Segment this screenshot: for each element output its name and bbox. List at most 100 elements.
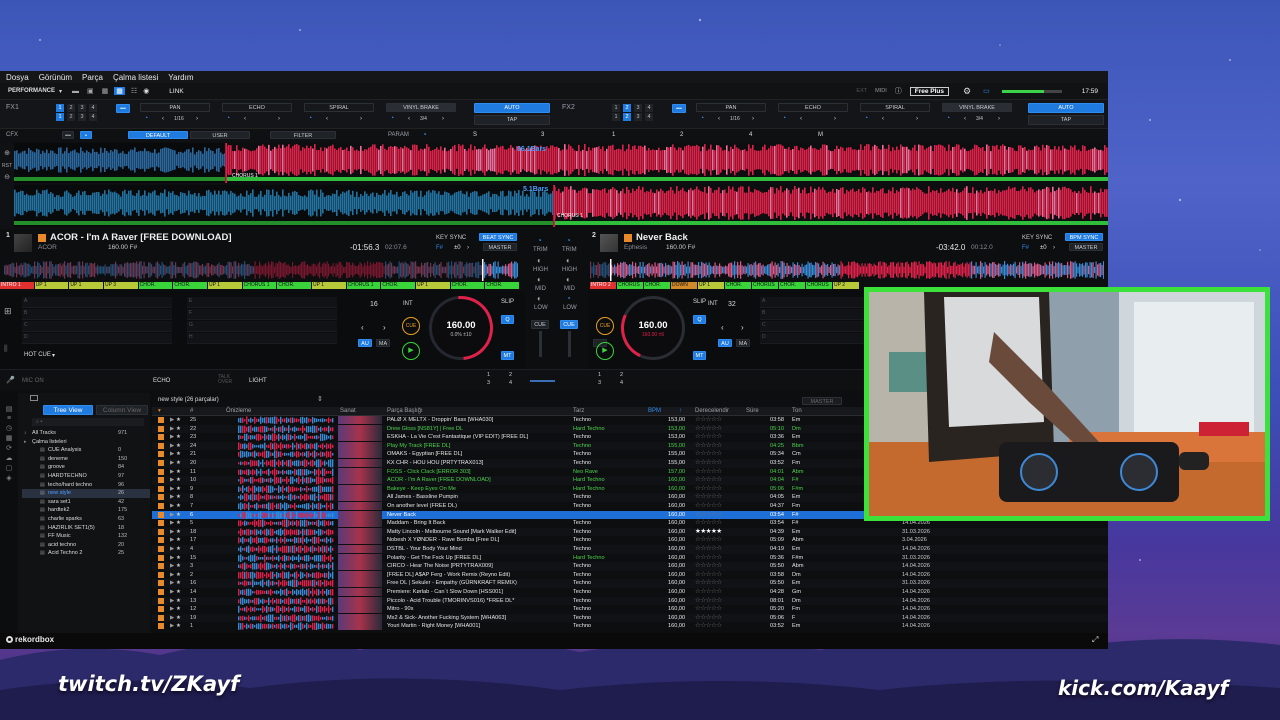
crossfader-assign-2[interactable]: 1234 — [598, 372, 640, 386]
deck1-key-sync-label[interactable]: KEY SYNC — [436, 235, 466, 241]
preview-waveform[interactable] — [238, 433, 334, 442]
fx2-channel-1[interactable]: 1 — [612, 104, 620, 112]
play-preview-icon[interactable]: ▶ — [170, 433, 174, 442]
header-tag-icon[interactable]: ▾ — [158, 408, 161, 414]
collection-icon[interactable]: ▤ — [0, 405, 18, 413]
deck2-play-icon[interactable]: ▶ — [596, 342, 614, 360]
effect-prev-icon[interactable]: ‹ — [882, 116, 884, 122]
header-number[interactable]: # — [190, 408, 193, 414]
effect-prev-icon[interactable]: ‹ — [244, 116, 246, 122]
track-rating[interactable]: ☆☆☆☆☆ — [695, 571, 722, 580]
play-preview-icon[interactable]: ▶ — [170, 571, 174, 580]
star-icon[interactable]: ★ — [176, 605, 181, 614]
cue-segment[interactable]: CHORUS 1 — [806, 282, 832, 289]
grid-icon[interactable]: ▦ — [102, 87, 109, 95]
tag-icon[interactable] — [158, 468, 164, 475]
high-knob-icon-2[interactable]: ◐ — [566, 256, 571, 265]
sync-icon[interactable]: ⟳ — [0, 444, 18, 452]
effect-knob-icon[interactable]: ◔ — [782, 115, 786, 122]
tag-icon[interactable] — [158, 623, 164, 630]
deck1-int-label[interactable]: INT — [403, 301, 413, 307]
cue-segment[interactable]: UP 2 — [833, 282, 859, 289]
tag-icon[interactable] — [158, 606, 164, 613]
sampler-icon[interactable]: ☷ — [131, 87, 137, 95]
cloud-icon[interactable]: ☁ — [0, 454, 18, 462]
track-rating[interactable]: ☆☆☆☆☆ — [695, 554, 722, 563]
effect-next-icon[interactable]: › — [998, 116, 1000, 122]
star-icon[interactable]: ★ — [176, 442, 181, 451]
tag-icon[interactable]: ◈ — [0, 474, 18, 482]
track-rating[interactable]: ☆☆☆☆☆ — [695, 502, 722, 511]
deck2-channel-fader[interactable] — [568, 331, 571, 357]
play-preview-icon[interactable]: ▶ — [170, 528, 174, 537]
star-icon[interactable]: ★ — [176, 622, 181, 631]
history-icon[interactable]: ◷ — [0, 424, 18, 432]
cue-segment[interactable]: CHORUS 1 — [242, 282, 277, 289]
play-preview-icon[interactable]: ▶ — [170, 459, 174, 468]
fx1-channel-1[interactable]: 1 — [56, 113, 64, 121]
tag-icon[interactable] — [158, 477, 164, 484]
track-rating[interactable]: ☆☆☆☆☆ — [695, 433, 722, 442]
zoom-in-icon[interactable]: ⊕ — [0, 149, 14, 157]
sidebar-item-deneme[interactable]: ▤ deneme 150 — [22, 455, 150, 464]
play-preview-icon[interactable]: ▶ — [170, 485, 174, 494]
tag-icon[interactable] — [158, 425, 164, 432]
tag-icon[interactable] — [158, 460, 164, 466]
tag-icon[interactable] — [158, 494, 164, 501]
cue-segment[interactable]: CHORUS 1 — [617, 282, 643, 289]
tag-icon[interactable] — [158, 563, 164, 570]
assign-num[interactable]: 3 — [598, 380, 618, 386]
header-bpm[interactable]: BPM — [648, 408, 661, 414]
effect-knob-icon[interactable]: ◔ — [308, 115, 312, 122]
star-icon[interactable]: ★ — [176, 493, 181, 502]
fx1-channel-1[interactable]: 1 — [56, 104, 64, 112]
preview-waveform[interactable] — [238, 588, 334, 597]
cue-segment[interactable]: DOWN — [671, 282, 697, 289]
sidebar-item--alma-listeleri[interactable]: ▸ Çalma listeleri — [22, 438, 150, 447]
preview-waveform[interactable] — [238, 596, 334, 606]
tag-icon[interactable] — [158, 597, 164, 604]
play-preview-icon[interactable]: ▶ — [170, 468, 174, 477]
assign-num[interactable]: 4 — [509, 380, 529, 386]
settings-gear-icon[interactable]: ⚙ — [963, 86, 971, 97]
fx2-effect-select-3[interactable]: SPIRAL — [860, 103, 930, 112]
deck1-slip-button[interactable]: SLIP — [501, 299, 514, 305]
header-artwork[interactable]: Sanat — [340, 408, 356, 414]
assign-num[interactable]: 2 — [620, 372, 640, 378]
fx1-effect-select-3[interactable]: SPIRAL — [304, 103, 374, 112]
tag-icon[interactable] — [158, 546, 164, 552]
deck1-channel-fader[interactable] — [539, 331, 542, 357]
cue-segment[interactable]: CHOR. — [779, 282, 805, 289]
tag-icon[interactable] — [158, 554, 164, 561]
preview-waveform[interactable] — [238, 493, 334, 502]
fx2-menu-button[interactable]: ••• — [672, 104, 686, 113]
deck2-headphone-cue-button[interactable]: CUE — [560, 320, 578, 329]
table-row[interactable]: ▶ ★ 4 DSTBL - Your Body Your Mind Techno 160,… — [152, 545, 1108, 554]
talkover-label[interactable]: TALK OVER — [218, 375, 232, 385]
star-icon[interactable]: ★ — [176, 416, 181, 425]
fx1-channel-4[interactable]: 4 — [89, 113, 97, 121]
fx2-auto-button[interactable]: AUTO — [1028, 103, 1104, 113]
fx1-channel-2[interactable]: 2 — [67, 113, 75, 121]
mic-fx-select[interactable]: ECHO — [153, 378, 170, 384]
star-icon[interactable]: ★ — [176, 468, 181, 477]
link-button[interactable]: LINK — [169, 88, 183, 95]
cue-segment[interactable]: CHOR. — [173, 282, 207, 289]
tag-icon[interactable] — [158, 485, 164, 492]
header-rating[interactable]: Derecelendir — [695, 408, 729, 414]
fx2-effect-select-4[interactable]: VINYL BRAKE — [942, 103, 1012, 112]
play-preview-icon[interactable]: ▶ — [170, 536, 174, 545]
table-row[interactable]: ▶ ★ 3 CIRCO - Hear The Noise [PRTYTRAX009] T… — [152, 562, 1108, 571]
deck1-master-tempo-button[interactable]: MT — [501, 351, 514, 360]
deck1-key-chevron-icon[interactable]: › — [467, 245, 469, 251]
effect-prev-icon[interactable]: ‹ — [964, 116, 966, 122]
effect-knob-icon[interactable]: ◔ — [226, 115, 230, 122]
menu-item-1[interactable]: Görünüm — [39, 73, 72, 82]
play-preview-icon[interactable]: ▶ — [170, 554, 174, 563]
effect-knob-icon[interactable]: ◔ — [390, 115, 394, 122]
tag-icon[interactable] — [158, 528, 164, 535]
fullscreen-icon[interactable]: ⤢ — [1092, 635, 1098, 645]
master-filter-button[interactable]: MASTER — [802, 397, 842, 405]
deck2-master-button[interactable]: MASTER — [1069, 243, 1103, 251]
loop-next-icon[interactable]: › — [383, 323, 386, 332]
